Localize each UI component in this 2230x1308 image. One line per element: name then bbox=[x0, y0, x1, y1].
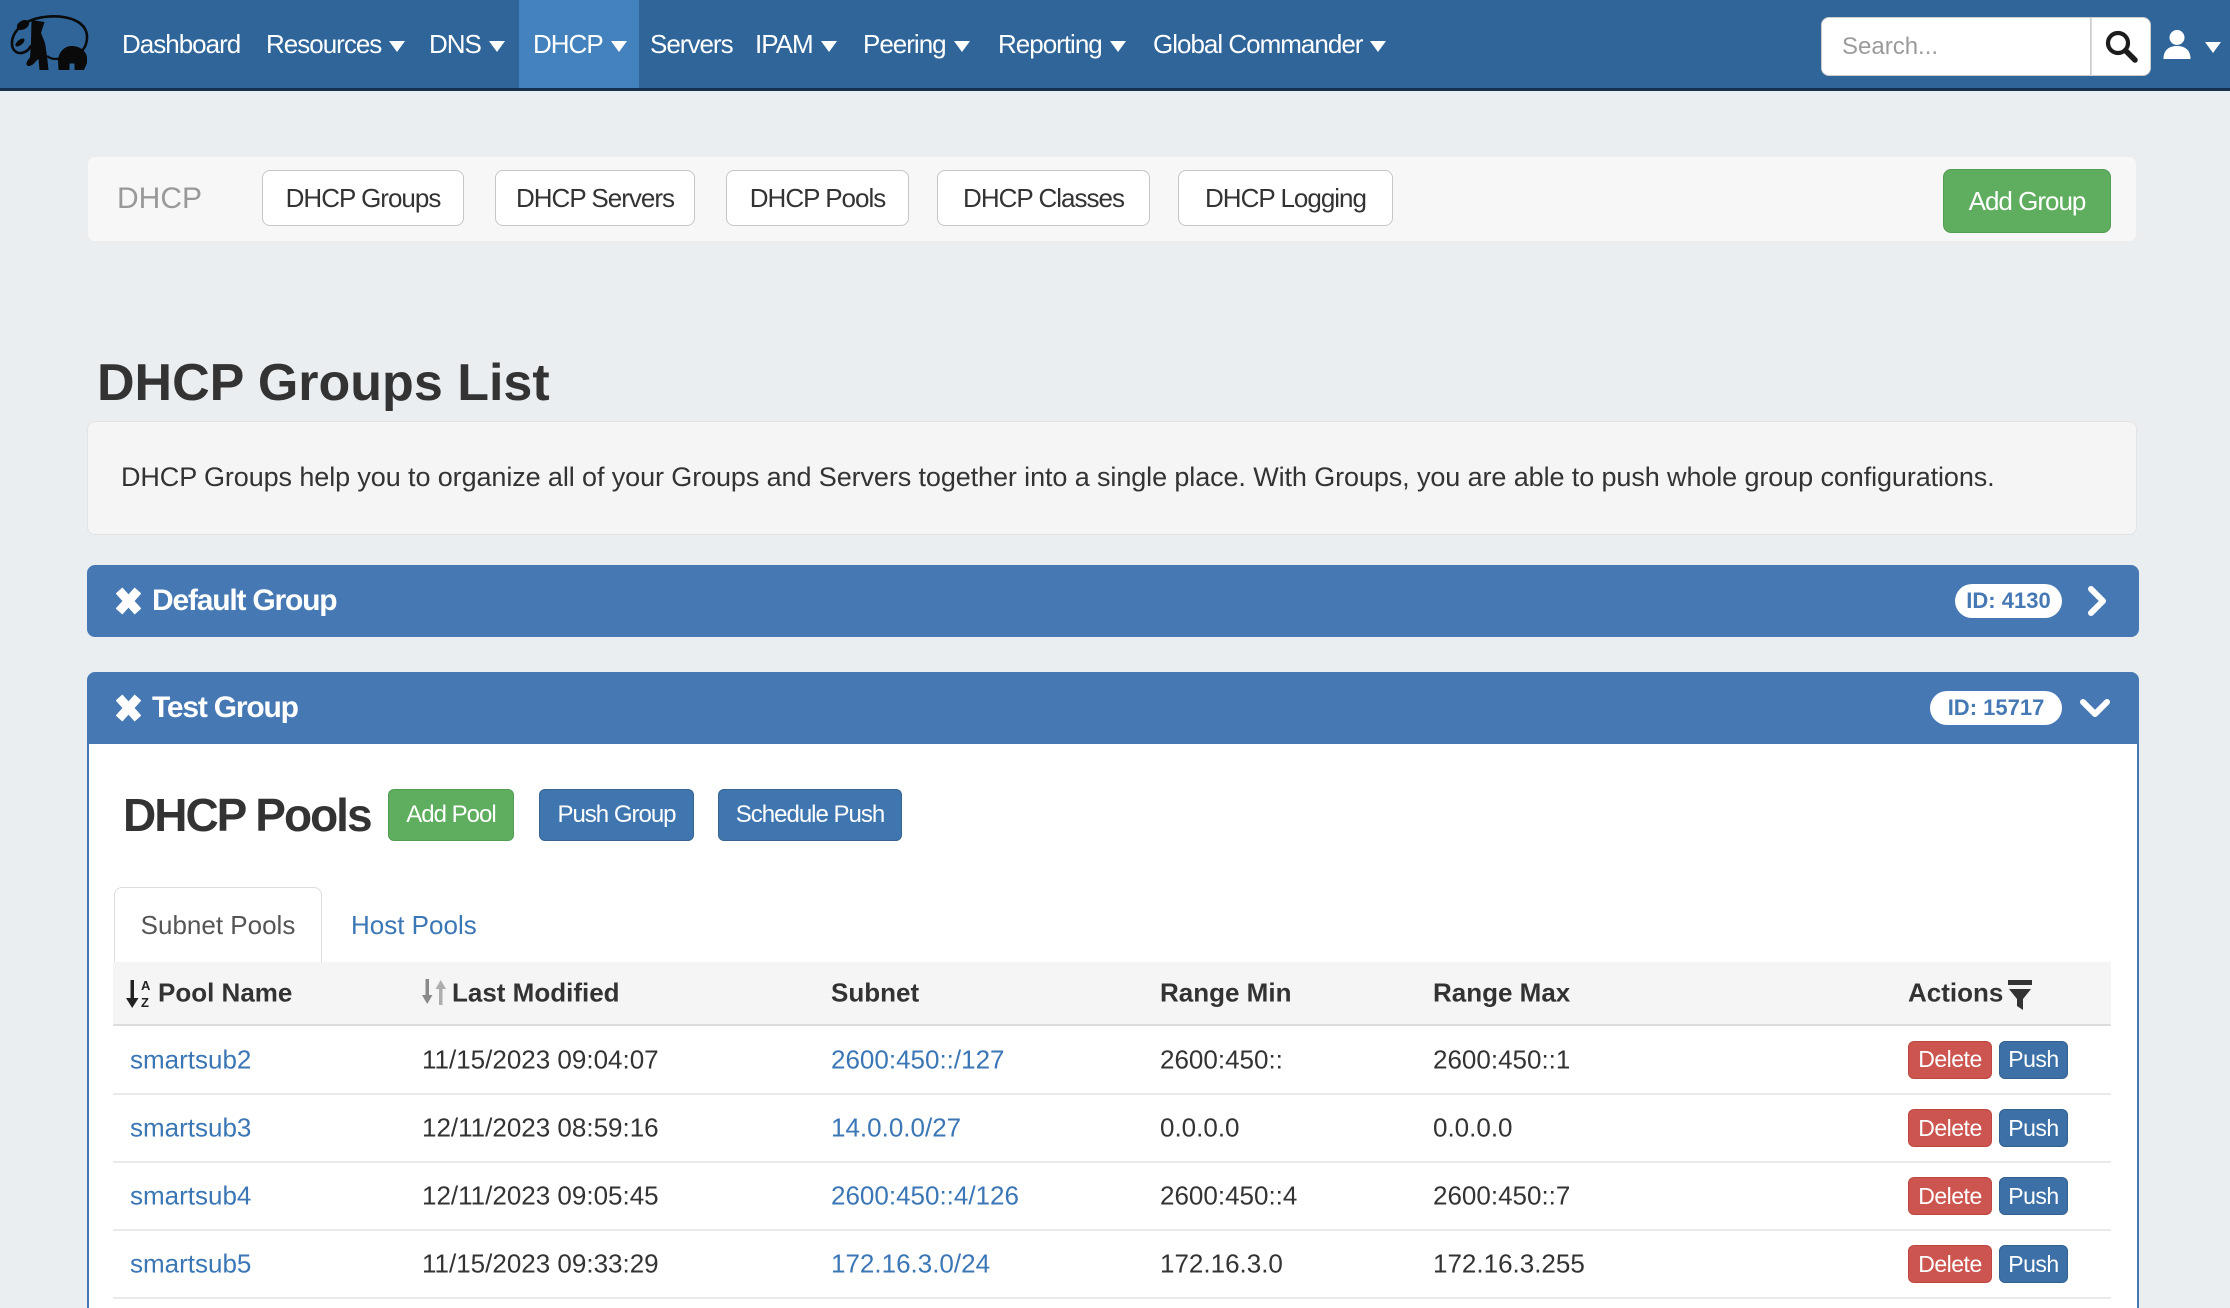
svg-text:A: A bbox=[141, 979, 151, 993]
svg-text:Z: Z bbox=[141, 995, 149, 1009]
